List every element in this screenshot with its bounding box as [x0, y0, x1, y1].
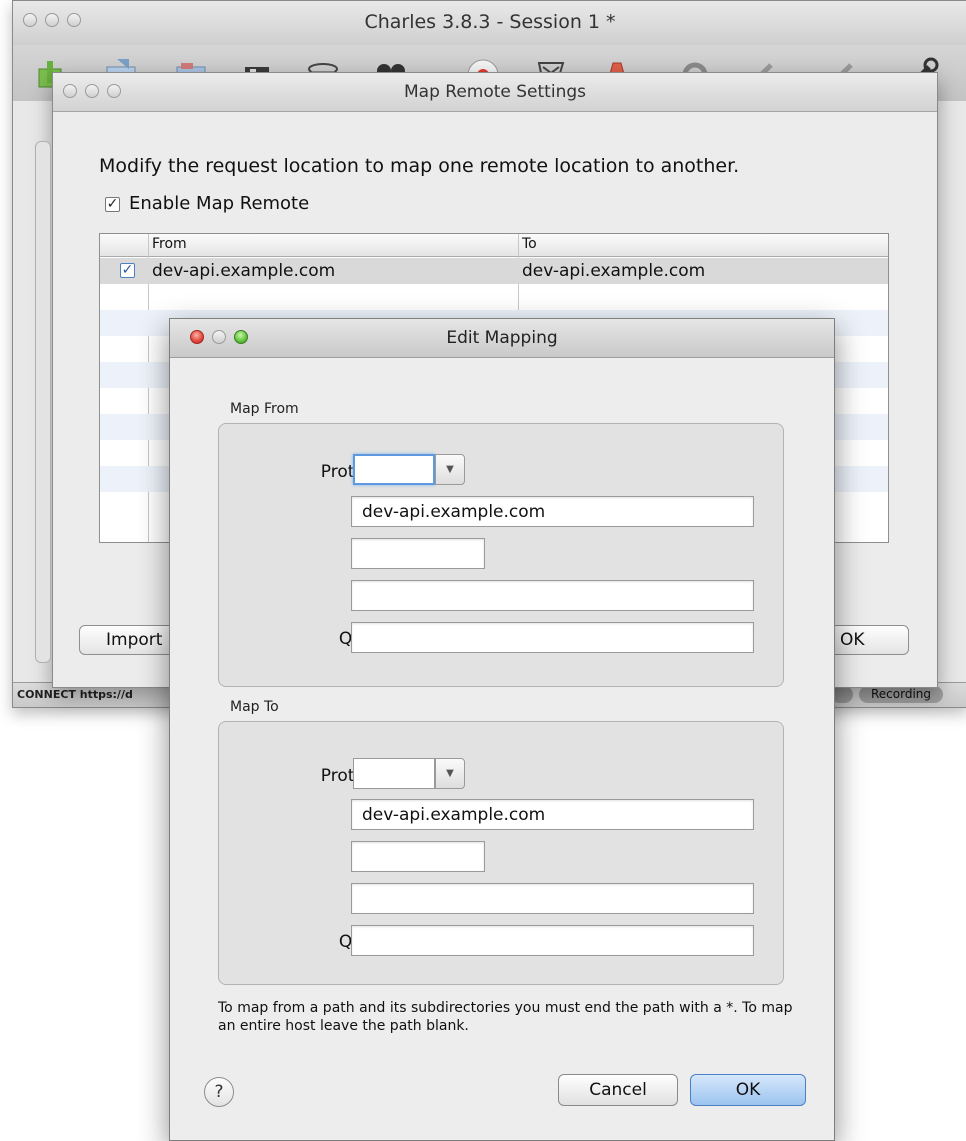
path-hint-text: To map from a path and its subdirectorie… — [218, 1000, 793, 1034]
cancel-button[interactable]: Cancel — [558, 1074, 678, 1106]
main-titlebar: Charles 3.8.3 - Session 1 * — [13, 1, 966, 45]
status-text: CONNECT https://d — [17, 688, 133, 701]
enable-map-remote-checkbox[interactable]: ✓ — [105, 197, 120, 212]
settings-titlebar: Map Remote Settings — [53, 73, 937, 112]
column-header-from[interactable]: From — [152, 236, 187, 252]
from-host-input[interactable] — [351, 496, 754, 527]
to-protocol-select[interactable]: ▼ — [353, 758, 465, 789]
ok-button[interactable]: OK — [690, 1074, 806, 1106]
from-protocol-field[interactable] — [353, 454, 435, 485]
settings-title: Map Remote Settings — [403, 82, 586, 102]
map-to-group: Protocol: ▼ Host: Port: Path: Query: — [218, 721, 784, 985]
from-path-input[interactable] — [351, 580, 754, 611]
to-path-input[interactable] — [351, 883, 754, 914]
to-protocol-field[interactable] — [353, 758, 435, 789]
column-header-to[interactable]: To — [522, 236, 537, 252]
edit-mapping-dialog: Edit Mapping Map From Protocol: ▼ Host: … — [169, 318, 835, 1141]
row-from: dev-api.example.com — [152, 261, 336, 281]
row-to: dev-api.example.com — [522, 261, 706, 281]
map-from-label: Map From — [230, 401, 299, 417]
to-port-input[interactable] — [351, 841, 485, 872]
window-title: Charles 3.8.3 - Session 1 * — [364, 11, 616, 33]
edit-mapping-titlebar: Edit Mapping — [170, 319, 834, 358]
map-to-label: Map To — [230, 699, 279, 715]
to-query-input[interactable] — [351, 925, 754, 956]
settings-description: Modify the request location to map one r… — [99, 155, 740, 177]
to-host-input[interactable] — [351, 799, 754, 830]
settings-ok-button[interactable]: OK — [823, 625, 909, 655]
checkmark-icon: ✓ — [106, 196, 119, 212]
help-button[interactable]: ? — [204, 1077, 234, 1107]
chevron-down-icon[interactable]: ▼ — [435, 454, 465, 485]
map-from-group: Protocol: ▼ Host: Port: Path: Query: — [218, 423, 784, 687]
row-enabled-checkbox[interactable]: ✓ — [120, 263, 135, 278]
table-header: From To — [100, 234, 888, 257]
checkmark-icon: ✓ — [121, 262, 134, 278]
table-row[interactable]: ✓ dev-api.example.com dev-api.example.co… — [100, 258, 888, 284]
edit-mapping-title: Edit Mapping — [446, 328, 558, 348]
recording-badge: Recording — [859, 686, 944, 703]
chevron-down-icon[interactable]: ▼ — [435, 758, 465, 789]
from-protocol-select[interactable]: ▼ — [353, 454, 465, 485]
enable-map-remote-label: Enable Map Remote — [129, 193, 310, 214]
from-query-input[interactable] — [351, 622, 754, 653]
from-port-input[interactable] — [351, 538, 485, 569]
side-panel-edge — [35, 141, 51, 663]
